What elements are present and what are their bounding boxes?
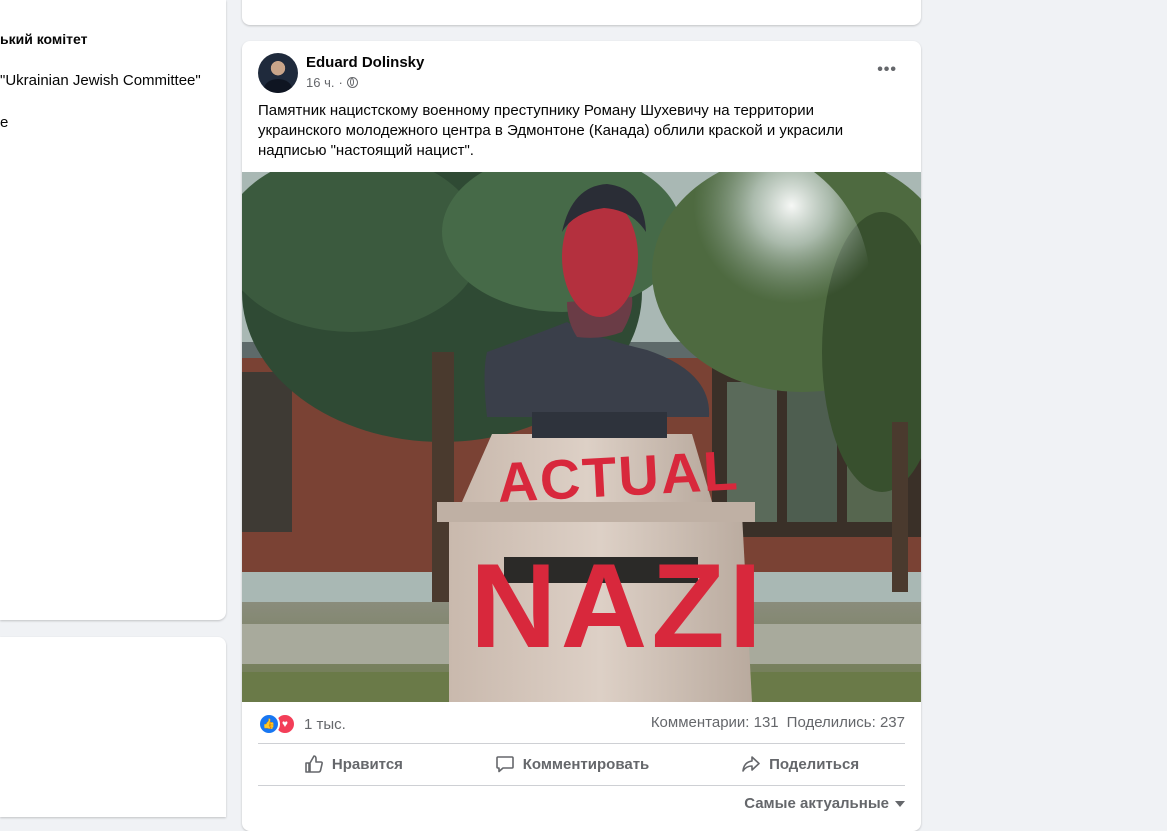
left-secondary-card bbox=[0, 637, 226, 817]
share-icon bbox=[742, 756, 760, 772]
comment-button[interactable]: Комментировать bbox=[495, 754, 650, 774]
meta-separator: · bbox=[338, 75, 343, 90]
share-button[interactable]: Поделиться bbox=[741, 754, 859, 774]
like-button[interactable]: Нравится bbox=[304, 754, 403, 774]
thumbs-up-icon bbox=[305, 755, 323, 773]
post-photo[interactable]: ACTUAL NAZI bbox=[242, 172, 921, 702]
avatar[interactable] bbox=[258, 53, 298, 93]
reaction-summary[interactable]: 👍 ♥ 1 тыс. bbox=[258, 713, 346, 735]
post-meta: 16 ч. · bbox=[306, 75, 358, 90]
share-label: Поделиться bbox=[769, 755, 860, 773]
comment-sort-dropdown[interactable]: Самые актуальные bbox=[744, 795, 905, 812]
group-line-2: e bbox=[0, 114, 9, 131]
post-text: Памятник нацистскому военному преступник… bbox=[258, 102, 844, 159]
post-time[interactable]: 16 ч. bbox=[306, 75, 334, 90]
sort-label: Самые актуальные bbox=[744, 795, 889, 812]
post-actions: Нравится Комментировать Поделиться bbox=[258, 749, 905, 779]
share-count[interactable]: Поделились: 237 bbox=[787, 714, 905, 731]
more-icon[interactable]: ••• bbox=[877, 61, 897, 79]
graffiti-text-2: NAZI bbox=[470, 539, 766, 673]
comment-label: Комментировать bbox=[522, 755, 650, 773]
comment-icon bbox=[495, 756, 514, 773]
caret-down-icon bbox=[895, 800, 905, 807]
group-info-card: ький комітет "Ukrainian Jewish Committee… bbox=[0, 0, 226, 620]
comment-count[interactable]: Комментарии: 131 bbox=[651, 714, 779, 731]
reaction-count[interactable]: 1 тыс. bbox=[304, 716, 346, 733]
post-card: Eduard Dolinsky 16 ч. · ••• Памятник нац… bbox=[242, 41, 921, 831]
graffiti-text-1: ACTUAL bbox=[496, 438, 741, 514]
divider bbox=[258, 785, 905, 786]
post-stats: Комментарии: 131 Поделились: 237 bbox=[651, 714, 905, 731]
photo-illustration: ACTUAL NAZI bbox=[242, 172, 921, 702]
like-icon: 👍 bbox=[258, 713, 280, 735]
divider bbox=[258, 743, 905, 744]
like-label: Нравится bbox=[331, 755, 403, 773]
post-author[interactable]: Eduard Dolinsky bbox=[306, 54, 424, 71]
group-title[interactable]: ький комітет bbox=[0, 31, 87, 47]
globe-icon bbox=[346, 77, 358, 88]
group-line-1: "Ukrainian Jewish Committee" bbox=[0, 72, 201, 89]
previous-post-footer bbox=[242, 0, 921, 25]
